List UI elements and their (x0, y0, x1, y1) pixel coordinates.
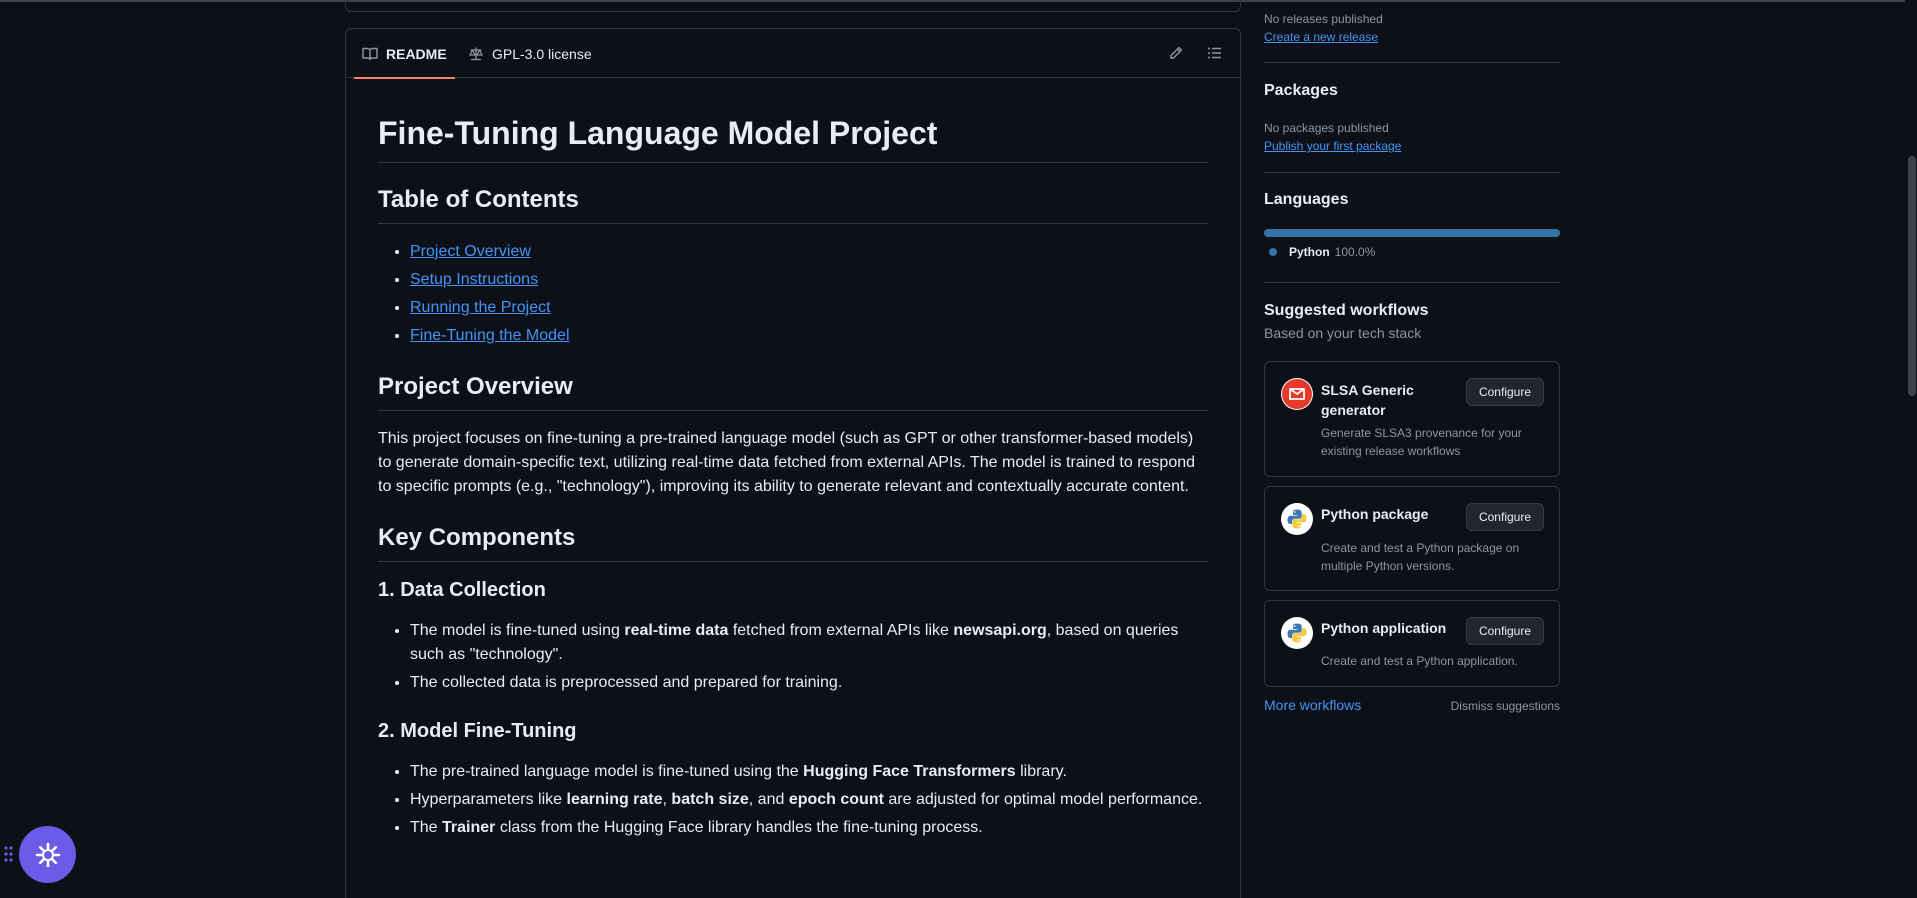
toc-list: Project Overview Setup Instructions Runn… (378, 240, 1208, 348)
workflows-heading: Suggested workflows (1264, 302, 1429, 319)
configure-button[interactable]: Configure (1465, 617, 1544, 645)
packages-status: No packages published (1264, 121, 1389, 135)
page-scrollbar[interactable] (1905, 0, 1917, 898)
outline-button[interactable] (1203, 41, 1227, 65)
workflow-description: Generate SLSA3 provenance for your exist… (1321, 426, 1522, 458)
readme-panel: README GPL-3.0 license Fine-Tuning Langu… (345, 28, 1242, 898)
workflow-title: SLSA Generic generator (1321, 382, 1414, 418)
divider (1264, 62, 1560, 63)
previous-section-box (345, 0, 1241, 12)
configure-button[interactable]: Configure (1465, 378, 1544, 406)
overview-paragraph: This project focuses on fine-tuning a pr… (378, 430, 1196, 495)
fine-tuning-list: The pre-trained language model is fine-t… (378, 760, 1208, 840)
data-collection-list: The model is fine-tuned using real-time … (378, 619, 1208, 695)
language-percent: 100.0% (1334, 245, 1376, 259)
book-icon (362, 47, 378, 60)
tab-license[interactable]: GPL-3.0 license (468, 29, 592, 78)
list-item: The model is fine-tuned using real-time … (410, 619, 1208, 667)
list-unordered-icon (1208, 47, 1221, 59)
workflows-subheading: Based on your tech stack (1264, 325, 1422, 341)
workflow-title: Python application (1321, 620, 1447, 636)
law-scale-icon (469, 47, 483, 60)
language-color-dot (1269, 248, 1277, 256)
tabs-divider (1164, 77, 1242, 78)
list-item: Project Overview (410, 240, 1208, 264)
divider (1264, 282, 1560, 283)
drag-handle-icon[interactable] (4, 844, 14, 864)
toc-heading: Table of Contents (378, 185, 1208, 224)
configure-button[interactable]: Configure (1465, 503, 1544, 531)
readme-title: Fine-Tuning Language Model Project (378, 113, 1208, 163)
tab-license-label: GPL-3.0 license (492, 45, 592, 62)
python-logo-icon (1281, 617, 1313, 649)
list-item: Setup Instructions (410, 268, 1208, 292)
languages-heading: Languages (1264, 191, 1349, 208)
list-item: Hyperparameters like learning rate, batc… (410, 788, 1208, 812)
readme-content: Fine-Tuning Language Model Project Table… (378, 113, 1208, 864)
list-item: Running the Project (410, 296, 1208, 320)
packages-heading: Packages (1264, 82, 1338, 99)
workflow-description: Create and test a Python package on mult… (1321, 541, 1520, 573)
more-workflows-link[interactable]: More workflows (1264, 697, 1361, 713)
scrollbar-thumb[interactable] (1908, 156, 1916, 396)
workflow-card-slsa: SLSA Generic generator Generate SLSA3 pr… (1264, 361, 1560, 477)
language-bar (1264, 229, 1560, 237)
data-collection-heading: 1. Data Collection (378, 579, 546, 601)
workflow-title: Python package (1321, 506, 1429, 522)
pencil-icon (1170, 46, 1183, 59)
overview-heading: Project Overview (378, 372, 1208, 411)
list-item: The Trainer class from the Hugging Face … (410, 816, 1208, 840)
create-release-link[interactable]: Create a new release (1264, 30, 1378, 44)
language-entry[interactable]: Python 100.0% (1269, 245, 1375, 259)
language-name: Python (1289, 245, 1330, 259)
key-components-heading: Key Components (378, 523, 1208, 562)
readme-tab-bar: README GPL-3.0 license (346, 29, 1240, 79)
toc-link-setup-instructions[interactable]: Setup Instructions (410, 271, 538, 288)
dismiss-suggestions-button[interactable]: Dismiss suggestions (1451, 699, 1560, 713)
assistant-launcher-button[interactable] (19, 826, 76, 883)
workflow-description: Create and test a Python application. (1321, 654, 1518, 668)
toc-link-fine-tuning[interactable]: Fine-Tuning the Model (410, 327, 570, 344)
publish-package-link[interactable]: Publish your first package (1264, 139, 1401, 153)
sparkle-icon (35, 842, 60, 867)
workflow-card-python-application: Python application Create and test a Pyt… (1264, 600, 1560, 687)
fine-tuning-heading: 2. Model Fine-Tuning (378, 720, 577, 742)
toc-link-running-project[interactable]: Running the Project (410, 299, 551, 316)
list-item: The collected data is preprocessed and p… (410, 671, 1208, 695)
list-item: The pre-trained language model is fine-t… (410, 760, 1208, 784)
python-logo-icon (1281, 503, 1313, 535)
workflow-card-python-package: Python package Create and test a Python … (1264, 486, 1560, 591)
list-item: Fine-Tuning the Model (410, 324, 1208, 348)
tab-readme-label: README (386, 45, 447, 62)
slsa-logo-icon (1281, 378, 1313, 410)
tab-readme[interactable]: README (354, 29, 455, 79)
releases-status: No releases published (1264, 12, 1383, 26)
divider (1264, 172, 1560, 173)
toc-link-project-overview[interactable]: Project Overview (410, 243, 531, 260)
edit-readme-button[interactable] (1164, 41, 1188, 65)
